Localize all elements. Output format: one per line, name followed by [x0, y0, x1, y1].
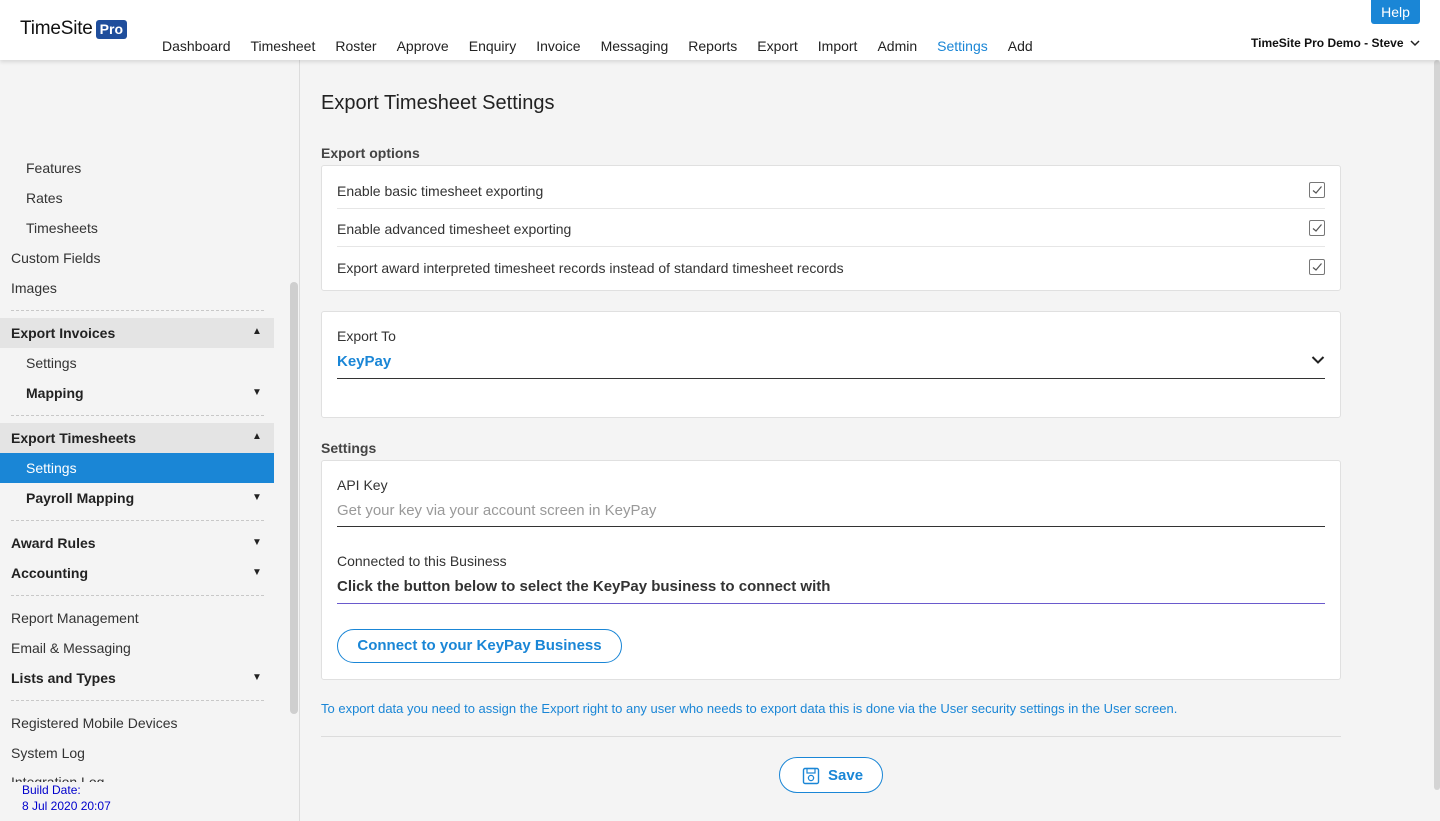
- divider: [321, 736, 1341, 737]
- nav-messaging[interactable]: Messaging: [601, 38, 669, 54]
- user-menu-label: TimeSite Pro Demo - Steve: [1251, 36, 1404, 50]
- sidebar-item-payroll-mapping[interactable]: Payroll Mapping: [26, 490, 134, 506]
- nav-dashboard[interactable]: Dashboard: [162, 38, 231, 54]
- sidebar-group-export-invoices[interactable]: Export Invoices ▲: [0, 318, 274, 348]
- option-label: Enable advanced timesheet exporting: [337, 221, 572, 237]
- main-nav: Dashboard Timesheet Roster Approve Enqui…: [162, 38, 1053, 54]
- export-to-card: Export To KeyPay: [321, 311, 1341, 418]
- export-options-heading: Export options: [321, 145, 420, 161]
- settings-heading: Settings: [321, 440, 377, 456]
- save-label: Save: [828, 767, 864, 784]
- sidebar-item-timesheets[interactable]: Timesheets: [26, 220, 98, 236]
- collapse-up-icon: ▲: [252, 326, 262, 337]
- page-title: Export Timesheet Settings: [321, 92, 555, 114]
- expand-down-icon: ▼: [252, 567, 262, 578]
- sidebar-item-invoices-mapping[interactable]: Mapping: [26, 385, 84, 401]
- export-to-label: Export To: [337, 328, 396, 344]
- user-menu[interactable]: TimeSite Pro Demo - Steve: [1251, 36, 1420, 50]
- api-key-placeholder: Get your key via your account screen in …: [337, 502, 657, 519]
- build-date-value: 8 Jul 2020 20:07: [22, 799, 111, 813]
- save-button[interactable]: Save: [779, 757, 883, 793]
- nav-roster[interactable]: Roster: [335, 38, 376, 54]
- option-row-award: Export award interpreted timesheet recor…: [337, 248, 1325, 286]
- build-info: Build Date: 8 Jul 2020 20:07: [22, 782, 111, 814]
- option-row-advanced: Enable advanced timesheet exporting: [337, 209, 1325, 247]
- nav-import[interactable]: Import: [818, 38, 858, 54]
- basic-export-checkbox[interactable]: [1309, 182, 1325, 198]
- sidebar-item-email-messaging[interactable]: Email & Messaging: [11, 640, 131, 656]
- nav-reports[interactable]: Reports: [688, 38, 737, 54]
- nav-add[interactable]: Add: [1008, 38, 1033, 54]
- sidebar-item-lists-and-types[interactable]: Lists and Types: [11, 670, 116, 686]
- sidebar-scrollbar[interactable]: [290, 282, 298, 714]
- sidebar-divider: [11, 520, 264, 521]
- sidebar-item-invoices-settings[interactable]: Settings: [26, 355, 77, 371]
- export-options-card: Enable basic timesheet exporting Enable …: [321, 165, 1341, 291]
- sidebar-item-award-rules[interactable]: Award Rules: [11, 535, 96, 551]
- sidebar-divider: [11, 700, 264, 701]
- help-button[interactable]: Help: [1371, 0, 1420, 24]
- option-row-basic: Enable basic timesheet exporting: [337, 171, 1325, 209]
- sidebar-divider: [11, 415, 264, 416]
- collapse-up-icon: ▲: [252, 431, 262, 442]
- export-to-value: KeyPay: [337, 353, 392, 370]
- sidebar-item-system-log[interactable]: System Log: [11, 745, 85, 761]
- expand-down-icon: ▼: [252, 537, 262, 548]
- nav-settings[interactable]: Settings: [937, 38, 988, 54]
- export-rights-info: To export data you need to assign the Ex…: [321, 701, 1178, 716]
- sidebar-item-integration-log[interactable]: Integration Log: [11, 774, 104, 782]
- sidebar-divider: [11, 595, 264, 596]
- main-content: Export Timesheet Settings Export options…: [301, 60, 1440, 821]
- sidebar-item-accounting[interactable]: Accounting: [11, 565, 88, 581]
- api-key-label: API Key: [337, 477, 388, 493]
- expand-down-icon: ▼: [252, 492, 262, 503]
- option-label: Enable basic timesheet exporting: [337, 183, 544, 199]
- select-underline: [337, 378, 1325, 379]
- settings-card: API Key Get your key via your account sc…: [321, 460, 1341, 680]
- check-icon: [1312, 263, 1322, 271]
- main-scrollbar[interactable]: [1434, 60, 1440, 790]
- connect-keypay-button[interactable]: Connect to your KeyPay Business: [337, 629, 622, 663]
- nav-export[interactable]: Export: [757, 38, 797, 54]
- sidebar-group-label: Export Invoices: [11, 325, 116, 341]
- sidebar-item-features[interactable]: Features: [26, 160, 81, 176]
- check-icon: [1312, 186, 1322, 194]
- advanced-export-checkbox[interactable]: [1309, 220, 1325, 236]
- nav-enquiry[interactable]: Enquiry: [469, 38, 516, 54]
- sidebar-group-label: Export Timesheets: [11, 430, 137, 446]
- option-label: Export award interpreted timesheet recor…: [337, 260, 844, 276]
- check-icon: [1312, 224, 1322, 232]
- sidebar-item-report-management[interactable]: Report Management: [11, 610, 139, 626]
- sidebar-item-images[interactable]: Images: [11, 280, 57, 296]
- connected-business-label: Connected to this Business: [337, 553, 507, 569]
- sidebar-item-label: Settings: [26, 460, 77, 476]
- expand-down-icon: ▼: [252, 387, 262, 398]
- sidebar-group-export-timesheets[interactable]: Export Timesheets ▲: [0, 423, 274, 453]
- top-header: TimeSite Pro Dashboard Timesheet Roster …: [0, 0, 1440, 60]
- input-underline: [337, 526, 1325, 527]
- logo-text: TimeSite: [20, 18, 93, 39]
- sidebar-item-registered-mobile-devices[interactable]: Registered Mobile Devices: [11, 715, 178, 731]
- award-export-checkbox[interactable]: [1309, 259, 1325, 275]
- chevron-down-icon: [1311, 356, 1325, 364]
- build-date-label: Build Date:: [22, 783, 81, 797]
- sidebar-item-rates[interactable]: Rates: [26, 190, 63, 206]
- sidebar-item-timesheets-settings[interactable]: Settings: [0, 453, 274, 483]
- save-icon: [802, 767, 820, 785]
- nav-admin[interactable]: Admin: [877, 38, 917, 54]
- sidebar: Features Rates Timesheets Custom Fields …: [0, 60, 300, 821]
- connected-underline: [337, 603, 1325, 604]
- expand-down-icon: ▼: [252, 672, 262, 683]
- nav-timesheet[interactable]: Timesheet: [251, 38, 316, 54]
- app-logo[interactable]: TimeSite Pro: [20, 18, 127, 40]
- connected-business-value: Click the button below to select the Key…: [337, 578, 831, 595]
- nav-approve[interactable]: Approve: [397, 38, 449, 54]
- logo-badge: Pro: [95, 19, 127, 39]
- chevron-down-icon: [1409, 40, 1420, 47]
- nav-invoice[interactable]: Invoice: [536, 38, 580, 54]
- sidebar-item-custom-fields[interactable]: Custom Fields: [11, 250, 100, 266]
- sidebar-divider: [11, 310, 264, 311]
